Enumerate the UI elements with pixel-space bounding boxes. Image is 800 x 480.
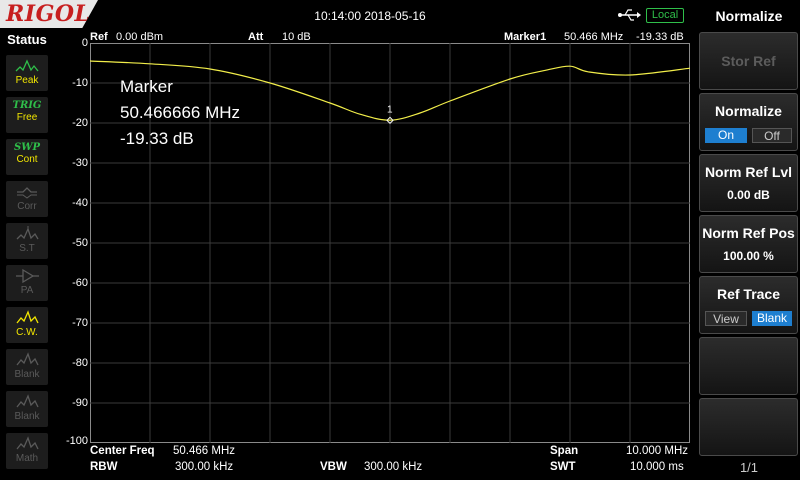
marker-header-level: -19.33 dB [636,31,684,43]
trace-blank-icon [16,352,39,366]
menu-title: Normalize [715,8,783,24]
status-sweep-label: Cont [16,154,38,165]
local-badge: Local [646,8,684,23]
status-trace2-label: Blank [14,369,40,380]
corr-icon [17,187,37,199]
y-tick-label: -80 [72,357,88,369]
status-trace1: C.W. [6,307,48,343]
footer-row-2: RBW 300.00 kHz VBW 300.00 kHz SWT 10.000… [90,461,690,475]
status-peak-label: Peak [15,75,39,86]
status-preamp: PA [6,265,48,301]
status-math: Math [6,433,48,469]
sweep-icon: SWP [14,142,40,153]
math-icon [16,436,39,450]
swt-label: SWT [550,461,576,473]
marker-readout-level: -19.33 dB [120,129,194,148]
norm-ref-lvl-softkey[interactable]: Norm Ref Lvl 0.00 dB [699,154,798,212]
status-title: Status [7,32,47,47]
span-label: Span [550,445,579,457]
y-tick-label: -70 [72,317,88,329]
ref-trace-blank-option[interactable]: Blank [752,311,792,326]
y-tick-label: 0 [81,37,88,49]
preamp-icon [16,268,39,284]
y-tick-label: -30 [72,157,88,169]
marker-readout: Marker 50.466666 MHz -19.33 dB [120,74,240,152]
ref-label: Ref [90,31,108,43]
status-preamp-label: PA [20,285,34,296]
ref-value: 0.00 dBm [116,31,164,43]
status-signal-track: S.T [6,223,48,259]
ref-trace-view-option[interactable]: View [705,311,747,326]
center-freq-value: 50.466 MHz [173,445,236,457]
empty-softkey-6[interactable] [699,337,798,395]
span-value: 10.000 MHz [626,445,689,457]
trace-blank-icon [16,394,39,408]
marker-readout-freq: 50.466666 MHz [120,103,241,122]
status-corr-label: Corr [17,201,37,212]
softkey-menu: Normalize Stor Ref Normalize On Off Norm… [698,0,800,480]
status-trigger-label: Free [16,112,38,123]
rbw-value: 300.00 kHz [175,461,234,473]
top-bar: RIGOL 10:14:00 2018-05-16 Local [0,0,698,30]
marker-header-freq: 50.466 MHz [564,31,624,43]
att-label: Att [248,31,264,43]
trig-icon: TRIG [12,100,42,111]
y-tick-label: -50 [72,237,88,249]
status-trace2: Blank [6,349,48,385]
y-tick-label: -10 [72,77,88,89]
center-freq-label: Center Freq [90,445,155,457]
status-corr: Corr [6,181,48,217]
peak-icon [15,59,39,72]
footer-row-1: Center Freq 50.466 MHz Span 10.000 MHz [90,445,690,459]
status-math-label: Math [15,453,39,464]
stor-ref-label: Stor Ref [721,53,776,69]
signal-track-icon [16,226,39,240]
trace-write-icon [16,310,39,324]
empty-softkey-7[interactable] [699,398,798,456]
vbw-label: VBW [320,461,347,473]
norm-ref-pos-softkey[interactable]: Norm Ref Pos 100.00 % [699,215,798,273]
status-panel: Status Peak TRIG Free SWP Cont Corr S.T [0,30,54,480]
page-indicator: 1/1 [739,460,759,475]
norm-ref-lvl-label: Norm Ref Lvl [704,164,793,180]
swt-value: 10.000 ms [630,461,684,473]
y-tick-label: -20 [72,117,88,129]
y-tick-label: -90 [72,397,88,409]
datetime-display: 10:14:00 2018-05-16 [314,9,426,23]
marker-readout-title: Marker [120,77,173,96]
status-trace3-label: Blank [14,411,40,422]
status-trace3: Blank [6,391,48,427]
normalize-softkey[interactable]: Normalize On Off [699,93,798,151]
att-value: 10 dB [282,31,311,43]
normalize-off-option[interactable]: Off [752,128,792,143]
y-tick-label: -100 [65,435,88,447]
marker-number-label: 1 [387,104,393,115]
normalize-on-option[interactable]: On [705,128,747,143]
stor-ref-button[interactable]: Stor Ref [699,32,798,90]
ref-trace-label: Ref Trace [716,286,781,302]
measurement-header: Ref 0.00 dBm Att 10 dB Marker1 50.466 MH… [90,31,690,43]
rbw-label: RBW [90,461,118,473]
status-sweep: SWP Cont [6,139,48,175]
logo-text: RIGOL [6,1,91,27]
normalize-label: Normalize [715,103,782,119]
status-trigger: TRIG Free [6,97,48,133]
ref-trace-softkey[interactable]: Ref Trace View Blank [699,276,798,334]
usb-icon [618,9,641,21]
norm-ref-pos-label: Norm Ref Pos [702,225,795,241]
status-trace1-label: C.W. [16,327,38,338]
marker-header-label: Marker1 [504,31,547,43]
norm-ref-lvl-value: 0.00 dB [727,188,770,202]
brand-logo: RIGOL [0,0,98,28]
status-signal-track-label: S.T [19,243,35,254]
norm-ref-pos-value: 100.00 % [723,249,774,263]
y-tick-label: -60 [72,277,88,289]
y-tick-label: -40 [72,197,88,209]
status-peak: Peak [6,55,48,91]
vbw-value: 300.00 kHz [364,461,423,473]
